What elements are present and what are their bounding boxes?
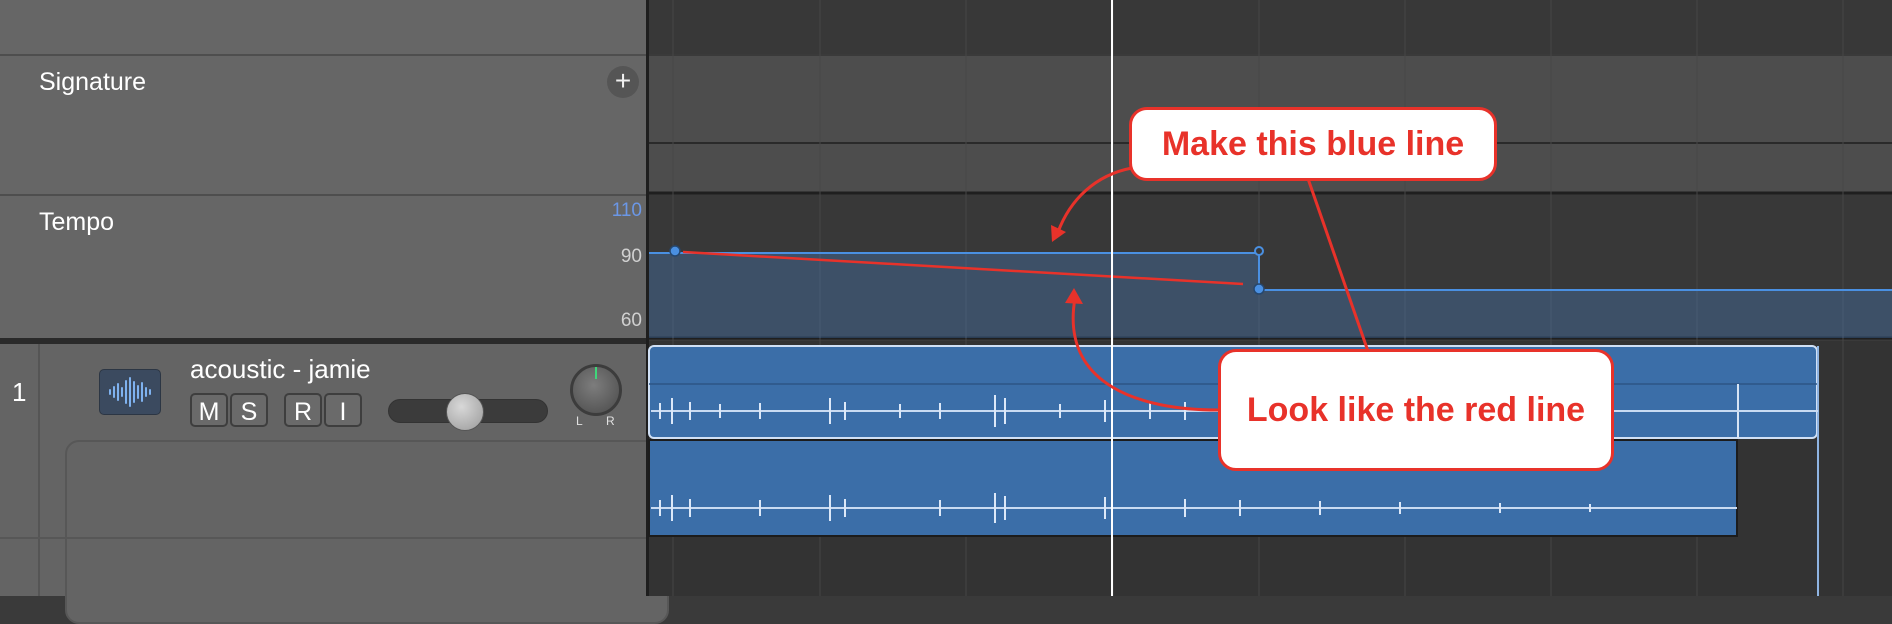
annotation-callout-top: Make this blue line	[1129, 107, 1497, 181]
arrangement-timeline	[648, 0, 1892, 596]
annotation-callout-bottom: Look like the red line	[1218, 349, 1614, 471]
